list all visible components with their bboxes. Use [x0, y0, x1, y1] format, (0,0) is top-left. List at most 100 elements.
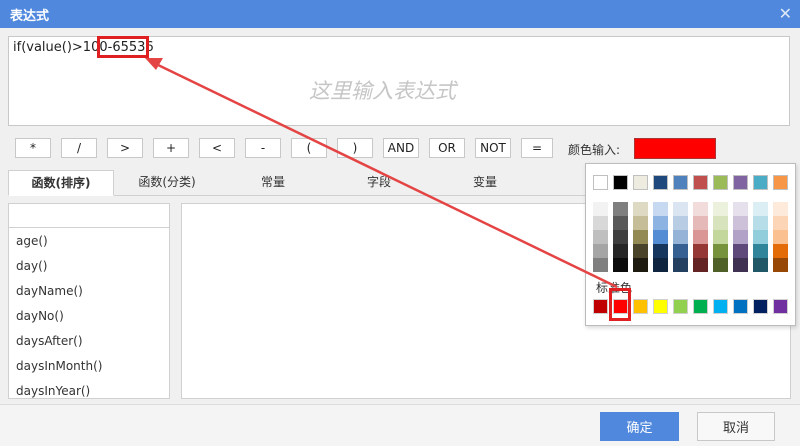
color-shade-swatch[interactable]	[773, 244, 788, 258]
color-shade-swatch[interactable]	[713, 244, 728, 258]
list-item[interactable]: dayName()	[9, 279, 102, 304]
color-shade-swatch[interactable]	[633, 244, 648, 258]
color-shade-swatch[interactable]	[633, 258, 648, 272]
color-shade-swatch[interactable]	[633, 230, 648, 244]
color-shade-swatch[interactable]	[773, 230, 788, 244]
color-shade-swatch[interactable]	[673, 244, 688, 258]
color-shade-swatch[interactable]	[753, 202, 768, 216]
color-shade-swatch[interactable]	[733, 258, 748, 272]
color-shade-swatch[interactable]	[733, 230, 748, 244]
operator-or-button[interactable]: OR	[429, 138, 465, 158]
operator-minus-button[interactable]: -	[245, 138, 281, 158]
color-shade-swatch[interactable]	[653, 244, 668, 258]
color-shade-swatch[interactable]	[593, 244, 608, 258]
color-swatch[interactable]	[713, 175, 728, 190]
tab-fields[interactable]: 字段	[326, 170, 432, 196]
color-shade-swatch[interactable]	[773, 216, 788, 230]
color-shade-swatch[interactable]	[733, 216, 748, 230]
color-shade-swatch[interactable]	[753, 258, 768, 272]
color-shade-swatch[interactable]	[593, 202, 608, 216]
color-shade-swatch[interactable]	[773, 258, 788, 272]
color-shade-swatch[interactable]	[773, 202, 788, 216]
color-shade-swatch[interactable]	[673, 258, 688, 272]
function-search-input[interactable]	[9, 204, 169, 228]
list-item[interactable]: daysAfter()	[9, 329, 102, 354]
close-icon[interactable]: ✕	[779, 4, 792, 23]
color-shade-swatch[interactable]	[593, 216, 608, 230]
color-input-swatch[interactable]	[634, 138, 716, 159]
color-shade-swatch[interactable]	[673, 230, 688, 244]
color-shade-swatch[interactable]	[693, 216, 708, 230]
color-shade-swatch[interactable]	[713, 216, 728, 230]
tab-functions-sorted[interactable]: 函数(排序)	[8, 170, 114, 196]
color-shade-swatch[interactable]	[713, 258, 728, 272]
color-shade-swatch[interactable]	[713, 202, 728, 216]
color-shade-swatch[interactable]	[653, 258, 668, 272]
color-shade-swatch[interactable]	[693, 244, 708, 258]
color-shade-swatch[interactable]	[693, 202, 708, 216]
color-swatch[interactable]	[633, 175, 648, 190]
color-swatch[interactable]	[613, 175, 628, 190]
color-swatch[interactable]	[773, 175, 788, 190]
color-swatch[interactable]	[693, 175, 708, 190]
operator-not-button[interactable]: NOT	[475, 138, 511, 158]
color-shade-swatch[interactable]	[613, 258, 628, 272]
color-swatch[interactable]	[653, 175, 668, 190]
operator-open-paren-button[interactable]: (	[291, 138, 327, 158]
list-item[interactable]: daysInYear()	[9, 379, 102, 398]
standard-color-swatch[interactable]	[673, 299, 688, 314]
operator-less-button[interactable]: <	[199, 138, 235, 158]
color-swatch[interactable]	[673, 175, 688, 190]
list-item[interactable]: day()	[9, 254, 102, 279]
color-shade-swatch[interactable]	[613, 230, 628, 244]
color-shade-swatch[interactable]	[753, 230, 768, 244]
color-swatch[interactable]	[593, 175, 608, 190]
color-shade-swatch[interactable]	[593, 258, 608, 272]
list-item[interactable]: age()	[9, 229, 102, 254]
color-shade-swatch[interactable]	[613, 202, 628, 216]
color-shade-swatch[interactable]	[613, 216, 628, 230]
color-shade-swatch[interactable]	[693, 258, 708, 272]
color-shade-swatch[interactable]	[693, 230, 708, 244]
color-shade-swatch[interactable]	[673, 216, 688, 230]
standard-color-swatch[interactable]	[733, 299, 748, 314]
color-shade-swatch[interactable]	[733, 202, 748, 216]
cancel-button[interactable]: 取消	[697, 412, 775, 441]
operator-close-paren-button[interactable]: )	[337, 138, 373, 158]
tab-constants[interactable]: 常量	[220, 170, 326, 196]
color-shade-swatch[interactable]	[753, 216, 768, 230]
list-item[interactable]: dayNo()	[9, 304, 102, 329]
standard-color-swatch[interactable]	[753, 299, 768, 314]
expression-dialog: 表达式 ✕ if(value()>100-65536 这里输入表达式 * / >…	[0, 0, 800, 446]
title-bar: 表达式 ✕	[0, 0, 800, 28]
tab-variables[interactable]: 变量	[432, 170, 538, 196]
list-item[interactable]: daysInMonth()	[9, 354, 102, 379]
color-swatch[interactable]	[753, 175, 768, 190]
standard-color-swatch[interactable]	[633, 299, 648, 314]
color-shade-swatch[interactable]	[753, 244, 768, 258]
ok-button[interactable]: 确定	[600, 412, 679, 441]
operator-multiply-button[interactable]: *	[15, 138, 51, 158]
operator-and-button[interactable]: AND	[383, 138, 419, 158]
color-shade-swatch[interactable]	[633, 202, 648, 216]
standard-color-swatch[interactable]	[713, 299, 728, 314]
color-shade-swatch[interactable]	[673, 202, 688, 216]
color-shade-swatch[interactable]	[733, 244, 748, 258]
operator-greater-button[interactable]: >	[107, 138, 143, 158]
standard-color-swatch[interactable]	[653, 299, 668, 314]
standard-color-swatch[interactable]	[773, 299, 788, 314]
color-shade-swatch[interactable]	[653, 230, 668, 244]
color-shade-swatch[interactable]	[593, 230, 608, 244]
operator-plus-button[interactable]: +	[153, 138, 189, 158]
color-shade-swatch[interactable]	[653, 202, 668, 216]
color-shade-swatch[interactable]	[653, 216, 668, 230]
color-shade-swatch[interactable]	[713, 230, 728, 244]
standard-color-swatch[interactable]	[593, 299, 608, 314]
standard-color-swatch[interactable]	[693, 299, 708, 314]
operator-divide-button[interactable]: /	[61, 138, 97, 158]
operator-equals-button[interactable]: =	[521, 138, 553, 158]
color-shade-swatch[interactable]	[613, 244, 628, 258]
color-shade-swatch[interactable]	[633, 216, 648, 230]
tab-functions-category[interactable]: 函数(分类)	[114, 170, 220, 196]
color-swatch[interactable]	[733, 175, 748, 190]
